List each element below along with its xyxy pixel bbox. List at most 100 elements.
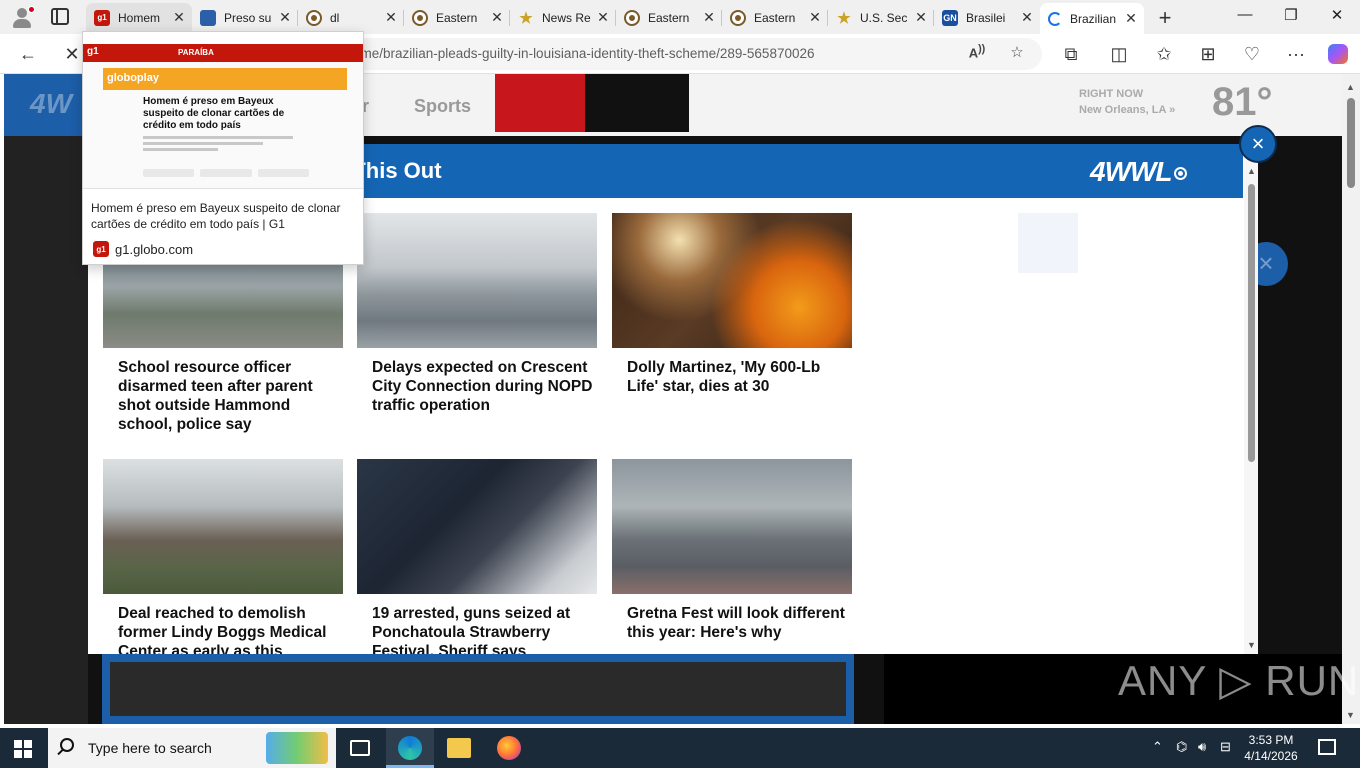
tab-close-icon[interactable]: ✕: [382, 9, 400, 26]
address-url[interactable]: /s/crime/brazilian-pleads-guilty-in-loui…: [332, 46, 815, 61]
copilot-icon[interactable]: [1328, 44, 1348, 64]
preview-g1-bar: g1 PARAÍBA: [83, 44, 363, 62]
tab-close-icon[interactable]: ✕: [1018, 9, 1036, 26]
wwl-logo: 4WWL: [1090, 156, 1187, 188]
tab-close-icon[interactable]: ✕: [700, 9, 718, 26]
scrollbar-thumb[interactable]: [1347, 98, 1355, 188]
scroll-down-icon[interactable]: ▼: [1247, 640, 1256, 650]
minimize-icon[interactable]: —: [1235, 6, 1255, 23]
story-thumbnail[interactable]: [103, 459, 343, 594]
weather-location: New Orleans, LA »: [1079, 104, 1176, 116]
tab-dl[interactable]: dl ✕: [298, 3, 404, 32]
close-window-icon[interactable]: ✕: [1327, 6, 1347, 24]
tab-eastern-3[interactable]: Eastern ✕: [722, 3, 828, 32]
story-card[interactable]: Deal reached to demolish former Lindy Bo…: [103, 459, 343, 654]
task-view-icon[interactable]: [350, 740, 370, 756]
story-card[interactable]: Delays expected on Crescent City Connect…: [357, 213, 597, 415]
preview-banner: globoplay: [103, 68, 347, 90]
header-ad: [585, 74, 689, 132]
tab-title: Homem: [118, 10, 161, 25]
story-thumbnail[interactable]: [612, 213, 852, 348]
new-tab-button[interactable]: +: [1155, 5, 1175, 31]
preview-brand: g1: [87, 46, 99, 57]
star-icon: ★: [837, 9, 851, 27]
restore-icon[interactable]: ❐: [1281, 6, 1301, 24]
tab-news-re[interactable]: ★ News Re ✕: [510, 3, 616, 32]
favorites-icon[interactable]: ✩: [1152, 42, 1176, 66]
firefox-icon[interactable]: [497, 736, 521, 760]
tab-g1[interactable]: g1 Homem ✕: [86, 3, 192, 32]
tab-close-icon[interactable]: ✕: [1122, 10, 1140, 27]
scroll-up-icon[interactable]: ▲: [1247, 166, 1256, 176]
tab-close-icon[interactable]: ✕: [276, 9, 294, 26]
network-status-icon[interactable]: ⌬: [1176, 739, 1187, 755]
back-arrow-icon[interactable]: ←: [16, 42, 40, 66]
tab-close-icon[interactable]: ✕: [594, 9, 612, 26]
story-title[interactable]: Dolly Martinez, 'My 600-Lb Life' star, d…: [612, 358, 852, 396]
seal-icon: [624, 9, 640, 26]
story-title[interactable]: Gretna Fest will look different this yea…: [612, 604, 852, 642]
ethernet-icon[interactable]: ⊟: [1220, 739, 1231, 755]
tab-close-icon[interactable]: ✕: [488, 9, 506, 26]
nav-sports[interactable]: Sports: [414, 96, 471, 117]
volume-icon[interactable]: 🔊︎: [1198, 739, 1206, 755]
live-badge[interactable]: [495, 74, 585, 132]
story-title[interactable]: 19 arrested, guns seized at Ponchatoula …: [357, 604, 597, 654]
taskbar-search[interactable]: Type here to search: [48, 728, 336, 768]
tab-us-sec[interactable]: ★ U.S. Sec ✕: [828, 3, 934, 32]
tray-chevron-icon[interactable]: ⌃: [1152, 739, 1163, 755]
scroll-up-icon[interactable]: ▲: [1346, 82, 1355, 92]
story-title[interactable]: Delays expected on Crescent City Connect…: [357, 358, 597, 415]
temperature: 81°: [1212, 80, 1273, 124]
split-screen-icon[interactable]: ◫: [1107, 42, 1131, 66]
extensions-icon[interactable]: ⧉: [1059, 42, 1083, 66]
profile-icon[interactable]: [10, 6, 35, 28]
tab-brazilian-active[interactable]: Brazilian ✕: [1040, 3, 1144, 34]
tab-close-icon[interactable]: ✕: [806, 9, 824, 26]
file-explorer-icon[interactable]: [447, 738, 471, 758]
story-thumbnail[interactable]: [357, 213, 597, 348]
weather-label: RIGHT NOW: [1079, 88, 1144, 100]
tab-close-icon[interactable]: ✕: [170, 9, 188, 26]
taskbar-clock[interactable]: 3:53 PM 4/14/2026: [1236, 732, 1306, 764]
tab-brasilei[interactable]: GN Brasilei ✕: [934, 3, 1040, 32]
stop-loading-icon[interactable]: ✕: [60, 42, 84, 66]
tab-close-icon[interactable]: ✕: [912, 9, 930, 26]
tab-actions-icon[interactable]: [51, 8, 69, 25]
read-aloud-icon[interactable]: A)): [966, 43, 988, 60]
story-card[interactable]: Dolly Martinez, 'My 600-Lb Life' star, d…: [612, 213, 852, 396]
notification-icon[interactable]: [1318, 739, 1336, 755]
weather-widget[interactable]: RIGHT NOW New Orleans, LA »: [1079, 86, 1175, 118]
edge-icon[interactable]: [398, 736, 422, 760]
story-card[interactable]: Gretna Fest will look different this yea…: [612, 459, 852, 642]
tab-eastern-1[interactable]: Eastern ✕: [404, 3, 510, 32]
preview-state: PARAÍBA: [178, 48, 214, 57]
story-thumbnail[interactable]: [357, 459, 597, 594]
favorite-star-icon[interactable]: ☆: [1006, 43, 1028, 61]
tab-title: Eastern: [436, 10, 478, 25]
collections-icon[interactable]: ⊞: [1196, 42, 1220, 66]
star-icon: ★: [519, 9, 533, 27]
tab-preso[interactable]: Preso su ✕: [192, 3, 298, 32]
story-title[interactable]: Deal reached to demolish former Lindy Bo…: [103, 604, 343, 654]
story-card[interactable]: 19 arrested, guns seized at Ponchatoula …: [357, 459, 597, 654]
modal-scrollbar[interactable]: ▲ ▼: [1244, 144, 1258, 654]
performance-icon[interactable]: ♡: [1240, 42, 1264, 66]
search-placeholder: Type here to search: [88, 740, 212, 756]
tab-title: U.S. Sec: [860, 10, 908, 25]
scrollbar-thumb[interactable]: [1248, 184, 1255, 462]
windows-taskbar: Type here to search ⌃ ⌬ 🔊︎ ⊟ 3:53 PM 4/1…: [0, 728, 1360, 768]
tab-eastern-2[interactable]: Eastern ✕: [616, 3, 722, 32]
windows-start-icon[interactable]: [14, 740, 32, 758]
story-thumbnail[interactable]: [612, 459, 852, 594]
tab-title: dl: [330, 10, 340, 25]
scroll-down-icon[interactable]: ▼: [1346, 710, 1355, 720]
tab-title: Eastern: [648, 10, 690, 25]
page-scrollbar[interactable]: ▲ ▼: [1342, 74, 1360, 724]
preview-headline: Homem é preso em Bayeux suspeito de clon…: [143, 96, 285, 131]
story-title[interactable]: School resource officer disarmed teen af…: [103, 358, 343, 434]
clock-time: 3:53 PM: [1248, 733, 1294, 747]
more-menu-icon[interactable]: ···: [1284, 42, 1308, 66]
g1-icon: g1: [93, 241, 109, 257]
modal-close-button[interactable]: ×: [1239, 125, 1277, 163]
